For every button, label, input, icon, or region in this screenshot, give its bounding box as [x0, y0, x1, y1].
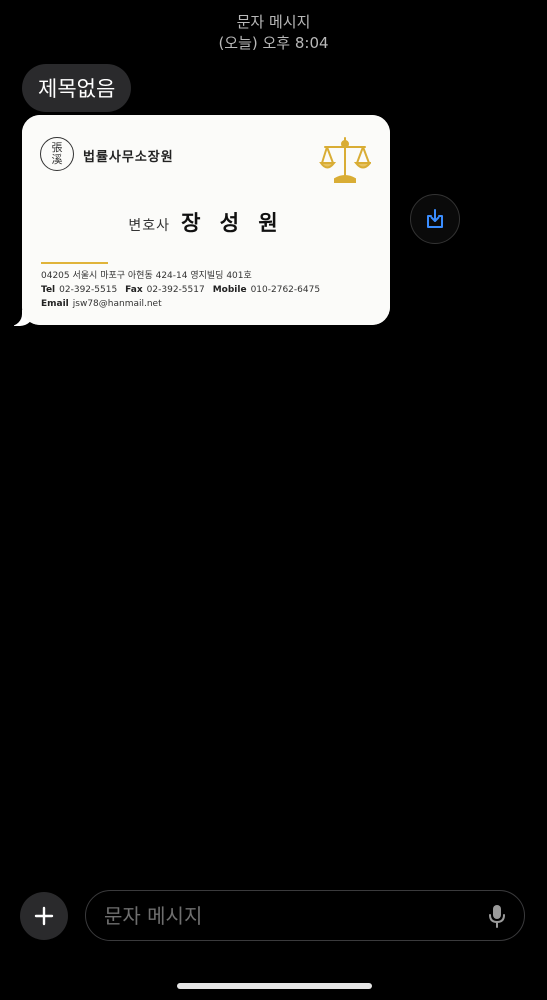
email-label: Email: [41, 299, 69, 309]
message-timestamp: (오늘) 오후 8:04: [218, 34, 329, 52]
lawyer-title: 변호사: [128, 218, 170, 234]
mobile-value: 010-2762-6475: [250, 285, 321, 295]
fax-value: 02-392-5517: [146, 285, 205, 295]
card-address: 04205 서울시 마포구 아현동 424-14 영지빌딩 401호: [41, 271, 252, 281]
tel-value: 02-392-5515: [59, 285, 118, 295]
message-subject: 제목없음: [22, 64, 132, 112]
message-input[interactable]: [104, 891, 474, 940]
subject-label: 제목없음: [38, 77, 116, 101]
image-message-bubble[interactable]: 張 溪 법률사무소장원 변호사 장 성 원 04205 서울시 마포구 아현동 …: [8, 115, 390, 326]
tel-label: Tel: [41, 285, 56, 295]
microphone-icon[interactable]: [488, 904, 506, 928]
business-card-image[interactable]: 張 溪 법률사무소장원 변호사 장 성 원 04205 서울시 마포구 아현동 …: [22, 115, 390, 325]
card-phone-row: Tel 02-392-5515 Fax 02-392-5517 Mobile 010-27…: [41, 284, 320, 297]
message-composer[interactable]: [85, 890, 525, 941]
fax-label: Fax: [125, 285, 143, 295]
mobile-label: Mobile: [212, 285, 247, 295]
save-to-device-icon: [427, 209, 443, 228]
seal-logo: 張 溪: [40, 137, 74, 171]
email-value: jsw78@hanmail.net: [72, 299, 162, 309]
lawyer-name: 장 성 원: [181, 211, 284, 235]
conversation-title: 문자 메시지: [236, 13, 311, 31]
conversation-header: 문자 메시지 (오늘) 오후 8:04: [0, 12, 547, 54]
save-image-button[interactable]: [410, 194, 460, 244]
card-email-row: Email jsw78@hanmail.net: [41, 298, 162, 311]
card-title-row: 변호사 장 성 원: [22, 207, 390, 237]
gold-divider: [41, 262, 108, 264]
home-indicator[interactable]: [177, 983, 372, 989]
add-attachment-button[interactable]: [20, 892, 68, 940]
scales-of-justice-icon: [319, 137, 371, 183]
seal-char-2: 溪: [51, 153, 63, 166]
plus-icon: [34, 906, 54, 926]
firm-name: 법률사무소장원: [83, 150, 174, 165]
